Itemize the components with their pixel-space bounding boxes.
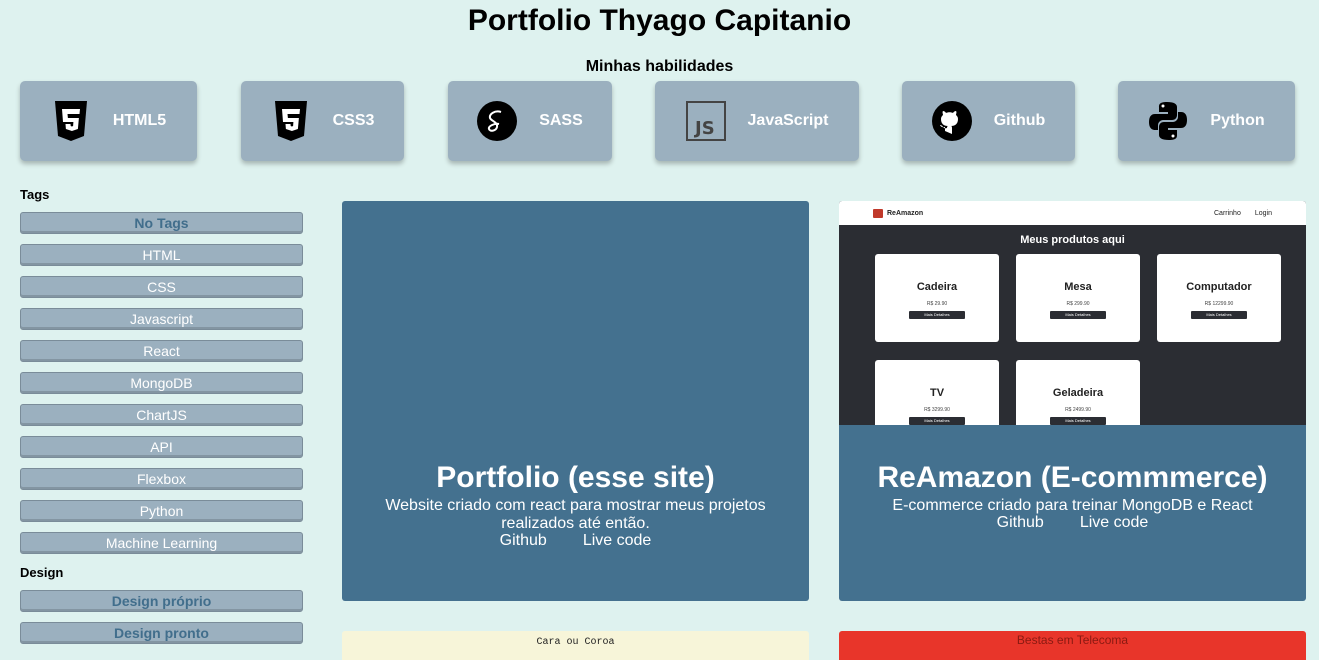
project-links: Github Live code bbox=[342, 532, 809, 550]
screenshot-login: Login bbox=[1254, 209, 1272, 217]
project-title: Portfolio (esse site) bbox=[436, 461, 715, 494]
product-card: TV R$ 3299.90 Mais Detalhes bbox=[875, 360, 999, 425]
tag-css[interactable]: CSS bbox=[20, 276, 303, 298]
product-name: Geladeira bbox=[1052, 387, 1104, 399]
product-name: Computador bbox=[1186, 281, 1252, 293]
live-code-link[interactable]: Live code bbox=[583, 532, 652, 550]
tag-api[interactable]: API bbox=[20, 436, 303, 458]
product-name: TV bbox=[929, 387, 945, 399]
tag-mongodb[interactable]: MongoDB bbox=[20, 372, 303, 394]
project-screenshot: ReAmazon Carrinho Login Meus produtos aq… bbox=[839, 201, 1306, 425]
skill-label: CSS3 bbox=[332, 112, 375, 129]
skill-label: Github bbox=[993, 112, 1046, 129]
skill-css3[interactable]: CSS3 bbox=[241, 81, 404, 161]
product-name: Mesa bbox=[1064, 281, 1092, 293]
screenshot-navbar: ReAmazon Carrinho Login bbox=[839, 201, 1306, 225]
product-price: R$ 12299.90 bbox=[1204, 301, 1234, 307]
product-price: R$ 29.90 bbox=[926, 301, 948, 307]
skill-javascript[interactable]: JS JavaScript bbox=[655, 81, 859, 161]
product-details-button: Mais Detalhes bbox=[1050, 417, 1106, 425]
screenshot-brand: ReAmazon bbox=[887, 209, 924, 217]
javascript-icon: JS bbox=[685, 101, 726, 141]
skill-label: HTML5 bbox=[112, 112, 167, 129]
screenshot-heading: Meus produtos aqui bbox=[1020, 234, 1125, 246]
tag-javascript[interactable]: Javascript bbox=[20, 308, 303, 330]
github-link[interactable]: Github bbox=[500, 532, 547, 550]
project-card-portfolio: Portfolio (esse site) Website criado com… bbox=[342, 201, 809, 601]
project-links: Github Live code bbox=[839, 514, 1306, 532]
tag-no-tags[interactable]: No Tags bbox=[20, 212, 303, 234]
tag-flexbox[interactable]: Flexbox bbox=[20, 468, 303, 490]
css3-icon bbox=[271, 101, 311, 141]
python-icon bbox=[1148, 101, 1188, 141]
skill-github[interactable]: Github bbox=[902, 81, 1075, 161]
tag-machine-learning[interactable]: Machine Learning bbox=[20, 532, 303, 554]
product-price: R$ 3299.90 bbox=[924, 407, 950, 413]
skill-html5[interactable]: HTML5 bbox=[20, 81, 197, 161]
svg-text:JS: JS bbox=[693, 118, 715, 139]
project-screenshot-label: Bestas em Telecoma bbox=[1016, 633, 1129, 647]
tag-python[interactable]: Python bbox=[20, 500, 303, 522]
github-link[interactable]: Github bbox=[997, 514, 1044, 532]
github-icon bbox=[931, 101, 972, 141]
screenshot-cart: Carrinho bbox=[1214, 209, 1241, 217]
project-description: Website criado com react para mostrar me… bbox=[385, 497, 766, 532]
project-card-reamazon: ReAmazon Carrinho Login Meus produtos aq… bbox=[839, 201, 1306, 601]
skill-label: SASS bbox=[539, 112, 583, 129]
tag-react[interactable]: React bbox=[20, 340, 303, 362]
project-screenshot-label: Cara ou Coroa bbox=[536, 637, 615, 648]
product-price: R$ 299.90 bbox=[1066, 301, 1090, 307]
skills-heading: Minhas habilidades bbox=[585, 58, 734, 75]
html5-icon bbox=[51, 101, 91, 141]
product-card: Computador R$ 12299.90 Mais Detalhes bbox=[1157, 254, 1281, 342]
cart-logo-icon bbox=[873, 208, 883, 218]
page-title: Portfolio Thyago Capitanio bbox=[467, 4, 852, 37]
live-code-link[interactable]: Live code bbox=[1080, 514, 1149, 532]
skill-label: JavaScript bbox=[747, 112, 829, 129]
project-card-telecoma: Bestas em Telecoma bbox=[839, 631, 1306, 660]
product-card: Mesa R$ 299.90 Mais Detalhes bbox=[1016, 254, 1140, 342]
tag-chartjs[interactable]: ChartJS bbox=[20, 404, 303, 426]
product-details-button: Mais Detalhes bbox=[1050, 311, 1106, 319]
product-details-button: Mais Detalhes bbox=[909, 311, 965, 319]
skill-python[interactable]: Python bbox=[1118, 81, 1295, 161]
tags-heading: Tags bbox=[20, 187, 50, 202]
product-card: Geladeira R$ 2499.90 Mais Detalhes bbox=[1016, 360, 1140, 425]
design-own[interactable]: Design próprio bbox=[20, 590, 303, 612]
project-description: E-commerce criado para treinar MongoDB e… bbox=[892, 497, 1253, 514]
product-name: Cadeira bbox=[916, 281, 958, 293]
product-details-button: Mais Detalhes bbox=[1191, 311, 1247, 319]
design-ready[interactable]: Design pronto bbox=[20, 622, 303, 644]
project-card-cara-ou-coroa: Cara ou Coroa bbox=[342, 631, 809, 660]
skill-sass[interactable]: SASS bbox=[448, 81, 612, 161]
sass-icon bbox=[477, 101, 518, 141]
product-details-button: Mais Detalhes bbox=[909, 417, 965, 425]
product-card: Cadeira R$ 29.90 Mais Detalhes bbox=[875, 254, 999, 342]
skill-label: Python bbox=[1210, 112, 1265, 129]
product-price: R$ 2499.90 bbox=[1065, 407, 1091, 413]
project-title: ReAmazon (E-commmerce) bbox=[877, 461, 1268, 494]
tag-html[interactable]: HTML bbox=[20, 244, 303, 266]
design-heading: Design bbox=[20, 565, 64, 580]
